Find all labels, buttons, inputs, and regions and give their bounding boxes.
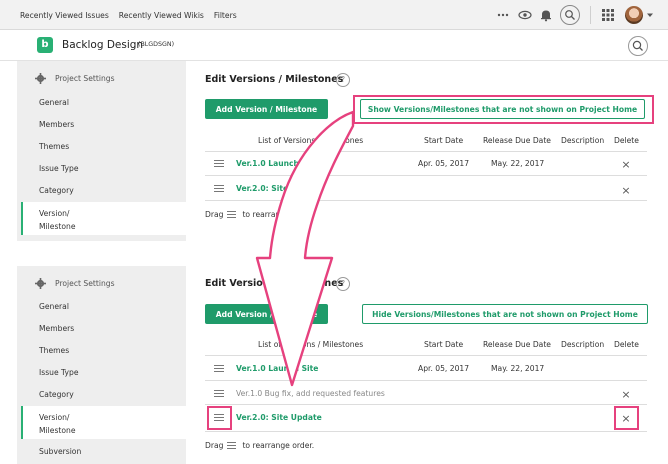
sidebar-item-subversion[interactable]: Subversion bbox=[39, 447, 81, 456]
sidebar-item-category[interactable]: Category bbox=[39, 390, 74, 399]
column-header-start-date: Start Date bbox=[424, 340, 464, 349]
sidebar-item-themes[interactable]: Themes bbox=[39, 142, 69, 151]
drag-instruction-suffix: to rearrange order. bbox=[242, 210, 315, 219]
column-header-start-date: Start Date bbox=[424, 136, 464, 145]
sidebar-item-version-milestone[interactable]: Version/Milestone bbox=[21, 406, 186, 439]
drag-handle-icon bbox=[227, 211, 237, 218]
project-logo[interactable]: b bbox=[37, 37, 53, 53]
sidebar-item-issue-type[interactable]: Issue Type bbox=[39, 164, 79, 173]
bell-icon[interactable] bbox=[539, 8, 553, 22]
sidebar-header: Project Settings bbox=[35, 73, 115, 84]
drag-handle-icon[interactable] bbox=[214, 185, 224, 193]
column-header-due-date: Release Due Date bbox=[483, 136, 551, 145]
divider bbox=[205, 380, 647, 381]
version-link[interactable]: Ver.2.0: Site Update bbox=[236, 184, 322, 193]
project-name[interactable]: Backlog Design bbox=[62, 39, 143, 51]
due-date: May. 22, 2017 bbox=[491, 159, 545, 168]
add-version-button[interactable]: Add Version / Milestone bbox=[205, 99, 328, 119]
drag-instruction-prefix: Drag bbox=[205, 441, 224, 450]
divider bbox=[205, 431, 647, 432]
divider bbox=[205, 175, 647, 176]
sidebar-item-general[interactable]: General bbox=[39, 98, 69, 107]
drag-handle-icon[interactable] bbox=[214, 390, 224, 398]
sidebar-item-label: Version/ bbox=[39, 209, 70, 218]
grid-icon[interactable] bbox=[601, 8, 615, 22]
sidebar-header: Project Settings bbox=[35, 278, 115, 289]
sidebar-item-category[interactable]: Category bbox=[39, 186, 74, 195]
sidebar-item-themes[interactable]: Themes bbox=[39, 346, 69, 355]
sidebar-item-members[interactable]: Members bbox=[39, 120, 74, 129]
project-header: b Backlog Design (BLGDSGN) bbox=[0, 30, 668, 61]
project-key: (BLGDSGN) bbox=[138, 41, 175, 48]
highlight-box bbox=[614, 406, 639, 430]
page-title: Edit Versions / Milestones bbox=[205, 74, 344, 85]
column-header-name: List of Versions / Milestones bbox=[258, 340, 364, 349]
drag-instruction-suffix: to rearrange order. bbox=[242, 441, 315, 450]
gear-icon bbox=[35, 73, 46, 84]
column-header-due-date: Release Due Date bbox=[483, 340, 551, 349]
column-header-delete: Delete bbox=[614, 340, 639, 349]
avatar[interactable] bbox=[625, 6, 643, 24]
sidebar-header-label: Project Settings bbox=[55, 279, 115, 288]
page-title: Edit Versions / Milestones bbox=[205, 278, 344, 289]
drag-instruction: Drag to rearrange order. bbox=[205, 210, 314, 219]
highlight-box bbox=[207, 406, 232, 430]
search-icon[interactable] bbox=[560, 5, 580, 25]
version-link[interactable]: Ver.1.0 Launch Site bbox=[236, 159, 318, 168]
add-version-button[interactable]: Add Version / Milestone bbox=[205, 304, 328, 324]
divider bbox=[205, 355, 647, 356]
divider bbox=[205, 404, 647, 405]
column-header-name: List of Versions / Milestones bbox=[258, 136, 364, 145]
sidebar-item-members[interactable]: Members bbox=[39, 324, 74, 333]
divider bbox=[205, 151, 647, 152]
project-search-icon[interactable] bbox=[628, 36, 648, 56]
column-header-description: Description bbox=[561, 340, 605, 349]
nav-link-recent-issues[interactable]: Recently Viewed Issues bbox=[20, 11, 109, 20]
drag-handle-icon[interactable] bbox=[214, 365, 224, 373]
drag-handle-icon bbox=[227, 442, 237, 449]
sidebar-item-label: Version/ bbox=[39, 413, 70, 422]
sidebar-item-label: Milestone bbox=[39, 426, 76, 435]
version-link[interactable]: Ver.1.0 Bug fix, add requested features bbox=[236, 389, 385, 398]
sidebar-header-label: Project Settings bbox=[55, 74, 115, 83]
due-date: May. 22, 2017 bbox=[491, 364, 545, 373]
top-navigation-bar: Recently Viewed Issues Recently Viewed W… bbox=[0, 0, 668, 30]
sidebar-item-issue-type[interactable]: Issue Type bbox=[39, 368, 79, 377]
divider bbox=[205, 200, 647, 201]
highlight-box bbox=[353, 95, 654, 124]
gear-icon bbox=[35, 278, 46, 289]
help-icon[interactable]: ? bbox=[336, 73, 350, 87]
delete-icon[interactable]: × bbox=[621, 158, 631, 171]
column-header-description: Description bbox=[561, 136, 605, 145]
delete-icon[interactable]: × bbox=[621, 388, 631, 401]
sidebar-item-version-milestone[interactable]: Version/Milestone bbox=[21, 202, 186, 235]
version-link[interactable]: Ver.2.0: Site Update bbox=[236, 413, 322, 422]
drag-instruction-prefix: Drag bbox=[205, 210, 224, 219]
divider bbox=[590, 6, 591, 24]
hide-versions-button[interactable]: Hide Versions/Milestones that are not sh… bbox=[362, 304, 648, 324]
help-icon[interactable]: ? bbox=[336, 277, 350, 291]
start-date: Apr. 05, 2017 bbox=[418, 159, 470, 168]
drag-handle-icon[interactable] bbox=[214, 160, 224, 168]
more-icon[interactable] bbox=[496, 8, 510, 22]
start-date: Apr. 05, 2017 bbox=[418, 364, 470, 373]
caret-down-icon[interactable] bbox=[646, 11, 654, 19]
sidebar-item-general[interactable]: General bbox=[39, 302, 69, 311]
column-header-delete: Delete bbox=[614, 136, 639, 145]
drag-instruction: Drag to rearrange order. bbox=[205, 441, 314, 450]
delete-icon[interactable]: × bbox=[621, 184, 631, 197]
nav-link-recent-wikis[interactable]: Recently Viewed Wikis bbox=[119, 11, 204, 20]
sidebar-item-label: Milestone bbox=[39, 222, 76, 231]
eye-icon[interactable] bbox=[518, 8, 532, 22]
version-link[interactable]: Ver.1.0 Launch Site bbox=[236, 364, 318, 373]
nav-link-filters[interactable]: Filters bbox=[214, 11, 237, 20]
